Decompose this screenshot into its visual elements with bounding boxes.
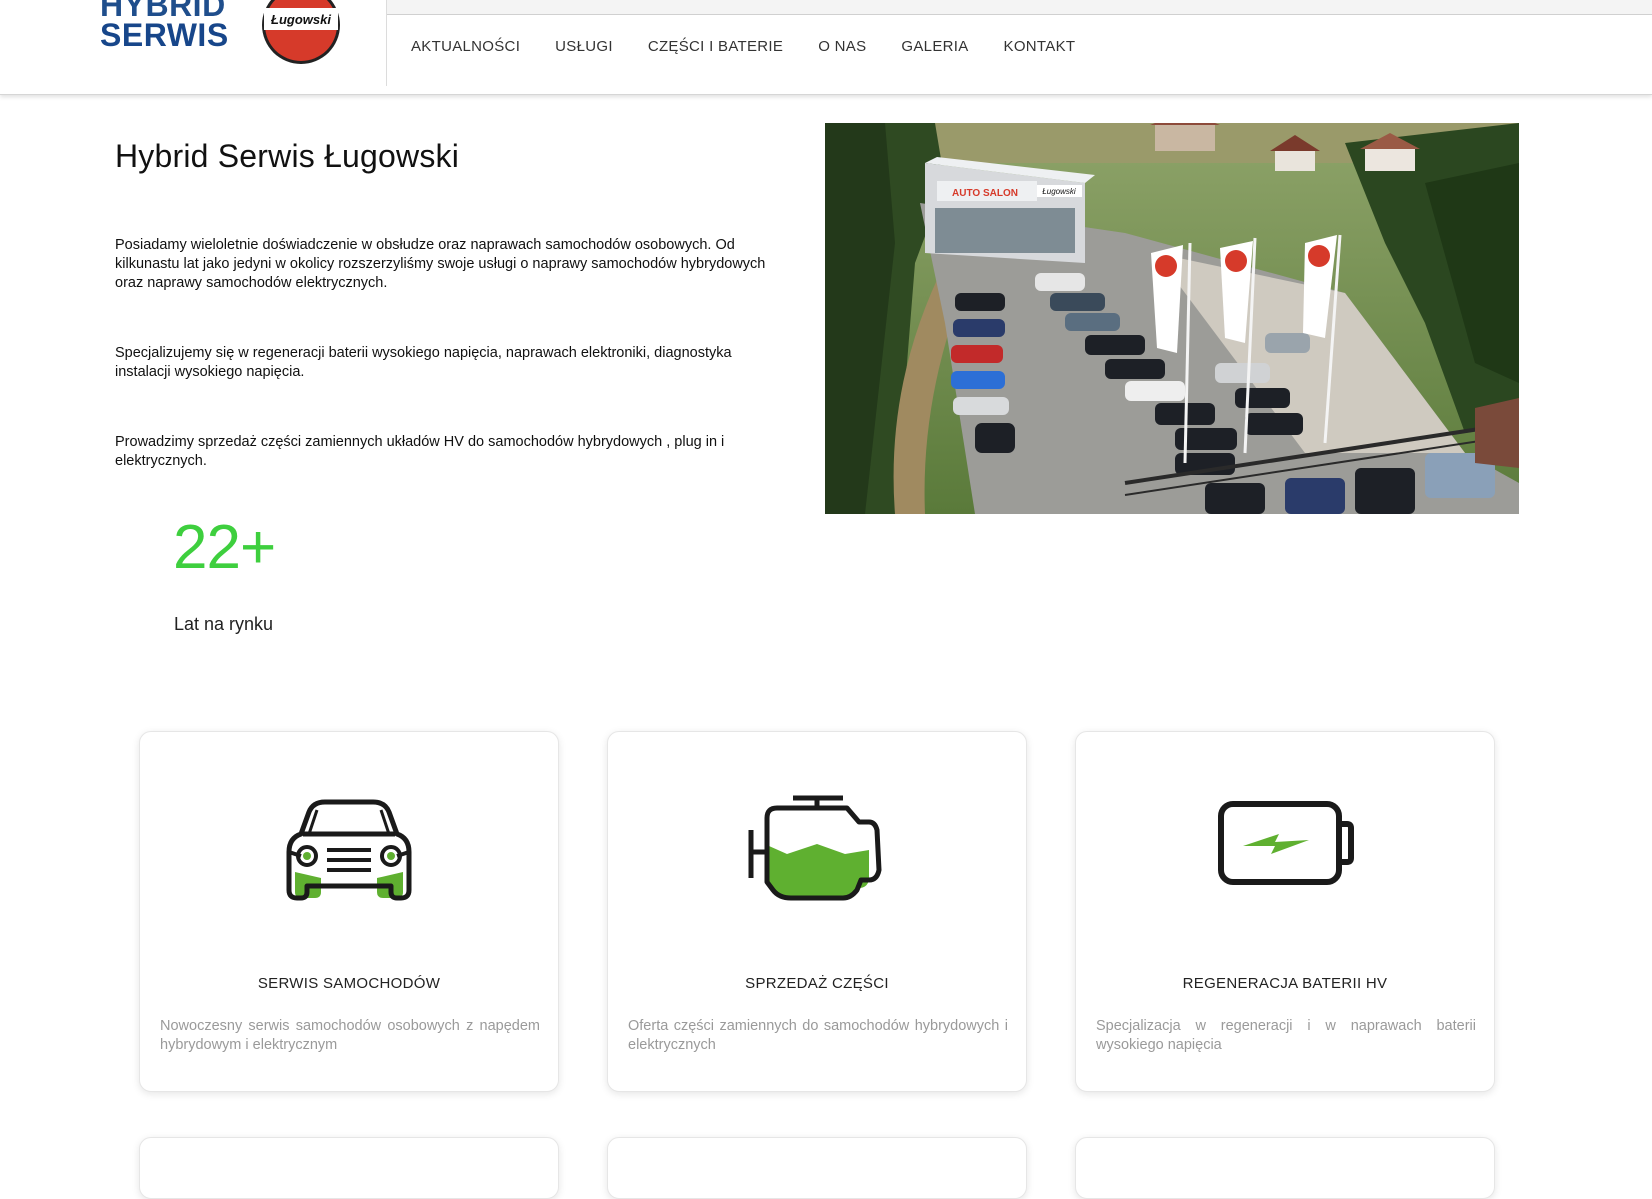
years-stat-label: Lat na rynku (174, 614, 274, 634)
nav-item-uslugi[interactable]: USŁUGI (555, 38, 613, 55)
intro-paragraph: Specjalizujemy się w regeneracji baterii… (115, 345, 732, 380)
nav-item-o-nas[interactable]: O NAS (818, 38, 866, 55)
logo[interactable]: HYBRID SERWIS (100, 0, 229, 53)
logo-badge-text: Ługowski (270, 12, 331, 27)
service-card-partial[interactable] (607, 1137, 1027, 1199)
card-title: SPRZEDAŻ CZĘŚCI (745, 975, 889, 992)
service-card-partial[interactable] (139, 1137, 559, 1199)
nav-item-czesci-i-baterie[interactable]: CZĘŚCI I BATERIE (648, 38, 783, 55)
site-header: HYBRID SERWIS Ługowski AKTUALNOŚCI USŁUG… (0, 0, 1652, 95)
main-nav: AKTUALNOŚCI USŁUGI CZĘŚCI I BATERIE O NA… (411, 38, 1110, 55)
card-title: REGENERACJA BATERII HV (1182, 975, 1388, 992)
service-card-partial[interactable] (1075, 1137, 1495, 1199)
hero-photo: AUTO SALON Ługowski (825, 123, 1519, 514)
logo-line-2: SERWIS (100, 17, 229, 53)
photo-sign-brand: Ługowski (1042, 187, 1076, 196)
photo-sign-text: AUTO SALON (952, 188, 1018, 199)
nav-item-aktualnosci[interactable]: AKTUALNOŚCI (411, 38, 520, 55)
service-card-car-service[interactable]: SERWIS SAMOCHODÓW Nowoczesny serwis samo… (139, 731, 559, 1092)
card-description: Specjalizacja w regeneracji i w naprawac… (1096, 1018, 1476, 1053)
intro-paragraph: Posiadamy wieloletnie doświadczenie w ob… (115, 237, 766, 291)
aerial-dealership-image: AUTO SALON Ługowski (825, 123, 1519, 514)
service-card-battery-regeneration[interactable]: REGENERACJA BATERII HV Specjalizacja w r… (1075, 731, 1495, 1092)
nav-item-kontakt[interactable]: KONTAKT (1004, 38, 1076, 55)
intro-paragraph: Prowadzimy sprzedaż części zamiennych uk… (115, 434, 725, 469)
years-stat-number: 22+ (173, 513, 276, 582)
nav-item-galeria[interactable]: GALERIA (901, 38, 968, 55)
card-description: Oferta części zamiennych do samochodów h… (628, 1018, 1008, 1053)
header-top-strip (387, 0, 1652, 15)
card-title: SERWIS SAMOCHODÓW (257, 975, 441, 992)
page-title: Hybrid Serwis Ługowski (115, 138, 460, 174)
card-description: Nowoczesny serwis samochodów osobowych z… (160, 1018, 540, 1053)
engine-icon (748, 795, 882, 901)
service-card-parts-sales[interactable]: SPRZEDAŻ CZĘŚCI Oferta części zamiennych… (607, 731, 1027, 1092)
battery-icon (1218, 801, 1354, 885)
car-icon (286, 799, 412, 901)
logo-badge-icon[interactable]: Ługowski (260, 0, 342, 66)
